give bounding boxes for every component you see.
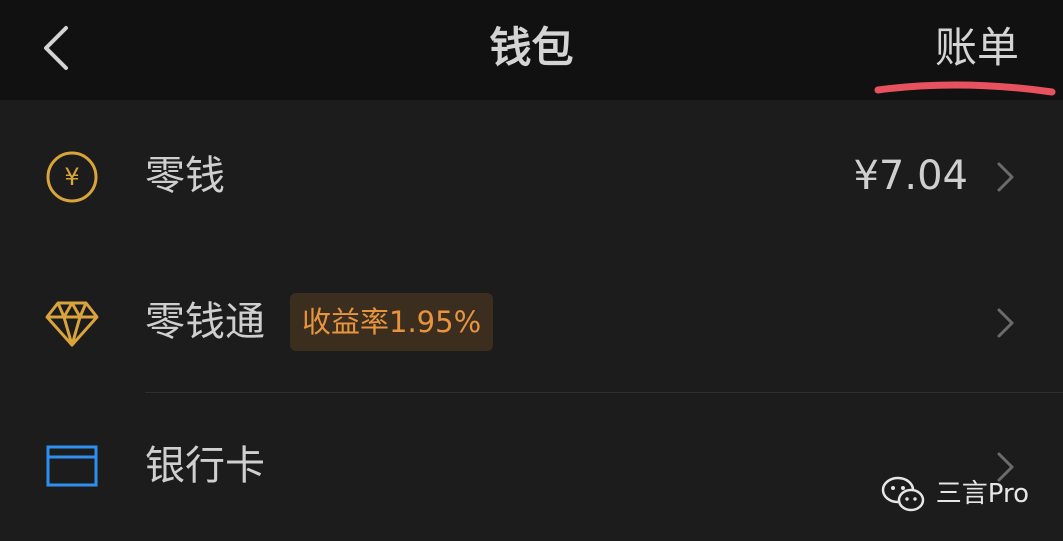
svg-text:¥: ¥: [64, 163, 79, 191]
bill-button[interactable]: 账单: [935, 18, 1019, 78]
list-item-change[interactable]: ¥ 零钱 ¥7.04: [0, 104, 1063, 248]
watermark-text: 三言Pro: [935, 479, 1029, 509]
wallet-screen: 钱包 账单 ¥ 零钱 ¥7.04 零钱通 收益率1.95% 银行卡 三言Pro: [0, 0, 1063, 541]
yield-rate-badge: 收益率1.95%: [290, 293, 494, 351]
chevron-right-icon: [997, 162, 1014, 192]
watermark: 三言Pro: [880, 468, 1029, 520]
change-plus-label: 零钱通: [145, 299, 265, 345]
wechat-logo-icon: [881, 476, 924, 512]
back-chevron-icon[interactable]: [36, 20, 80, 76]
yuan-coin-icon: ¥: [46, 151, 98, 203]
page-title: 钱包: [489, 23, 574, 72]
diamond-icon: [45, 301, 99, 347]
chevron-right-icon: [997, 308, 1014, 338]
red-underline-annotation: [874, 81, 1056, 96]
bank-card-icon: [46, 445, 98, 487]
change-balance: ¥7.04: [853, 153, 968, 199]
bank-card-label: 银行卡: [145, 443, 265, 489]
list-item-change-plus[interactable]: 零钱通 收益率1.95%: [0, 250, 1063, 394]
divider: [145, 392, 1063, 393]
change-label: 零钱: [145, 153, 225, 199]
